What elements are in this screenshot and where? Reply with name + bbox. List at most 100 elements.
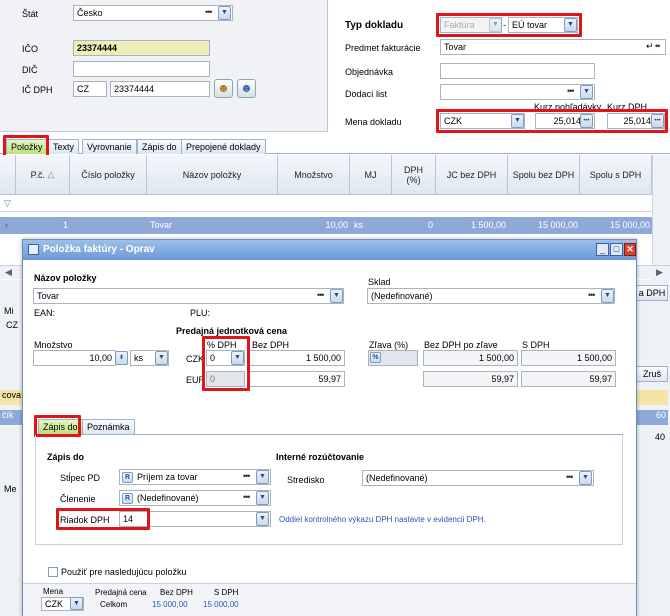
grid-col-nazov[interactable]: Názov položky: [147, 155, 278, 194]
cell-mnozstvo: 10,00: [325, 220, 348, 230]
nazov-label: Názov položky: [34, 273, 97, 283]
cell-jc: 1 500,00: [470, 220, 506, 230]
percent-icon[interactable]: %: [370, 352, 381, 363]
grid-col-spolu-bez[interactable]: Spolu bez DPH: [508, 155, 580, 194]
predmet-expand-icon[interactable]: ↵: [646, 41, 654, 52]
row-pointer-icon: ›: [5, 220, 8, 230]
tab-vyrovnanie[interactable]: Vyrovnanie: [82, 139, 137, 154]
side-zrus-button[interactable]: Zruš: [636, 366, 668, 382]
grid-header: P.č. △ Číslo položky Názov položky Množs…: [0, 155, 670, 195]
mj-dropdown-icon[interactable]: ▼: [155, 351, 168, 365]
lookup-register-icon[interactable]: ☻: [237, 79, 256, 98]
predmet-input[interactable]: Tovar: [440, 39, 666, 55]
stredisko-more-icon[interactable]: •••: [566, 472, 574, 482]
highlight-riadok: [56, 508, 150, 530]
grid-filter-row[interactable]: ▽: [0, 195, 670, 212]
scroll-left-icon[interactable]: ◀: [5, 267, 12, 278]
footer-celkom: Celkom: [100, 600, 128, 609]
tab-prepojene[interactable]: Prepojené doklady: [181, 139, 266, 154]
stredisko-label: Stredisko: [287, 475, 325, 485]
zlava-label: Zľava (%): [369, 340, 409, 350]
cell-spolu-bez: 15 000,00: [537, 220, 578, 230]
dodaci-dropdown-icon[interactable]: ▼: [580, 85, 593, 99]
sort-icon: △: [47, 169, 55, 179]
sklad-select[interactable]: (Nedefinované): [367, 288, 615, 304]
mnozstvo-stepper-icon[interactable]: ⬍: [115, 351, 128, 365]
grid-col-indicator: [0, 155, 16, 194]
highlight-pct-dph: [202, 336, 250, 391]
lookup-person-icon[interactable]: ☻: [214, 79, 233, 98]
cell-spolu-s: 15 000,00: [609, 220, 650, 230]
maximize-icon[interactable]: □: [610, 243, 623, 256]
clenenie-more-icon[interactable]: •••: [243, 492, 251, 502]
footer-bez-value: 15 000,00: [152, 600, 188, 609]
icdph-prefix-input[interactable]: CZ: [73, 81, 107, 97]
stlpec-dropdown-icon[interactable]: ▼: [256, 470, 269, 484]
stat-more-icon[interactable]: •••: [205, 7, 213, 17]
icdph-input[interactable]: 23374444: [110, 81, 210, 97]
eur-bez-input[interactable]: 59,97: [249, 371, 345, 387]
nazov-input[interactable]: Tovar: [33, 288, 344, 304]
zapis-title: Zápis do: [47, 452, 85, 462]
cell-mj: ks: [354, 220, 363, 230]
predmet-more-icon[interactable]: ••: [655, 41, 660, 51]
dialog-tab-poznamka[interactable]: Poznámka: [82, 419, 135, 434]
footer-mena-label: Mena: [43, 587, 64, 596]
nazov-dropdown-icon[interactable]: ▼: [330, 289, 343, 303]
dialog-titlebar[interactable]: Položka faktúry - Oprav _ □ ✕: [23, 240, 636, 260]
riadok-dropdown-icon[interactable]: ▼: [256, 512, 269, 526]
bez-dph-label: Bez DPH: [252, 340, 290, 350]
highlight-zapis-tab: [34, 415, 81, 437]
highlight-mena: [436, 109, 668, 133]
highlight-typ: [436, 13, 582, 37]
grid-col-spolu-s[interactable]: Spolu s DPH: [580, 155, 652, 194]
bez-po-zlave-czk: 1 500,00: [423, 350, 518, 366]
side-right-strip: [636, 280, 670, 616]
predmet-label: Predmet fakturácie: [345, 43, 421, 53]
minimize-icon[interactable]: _: [596, 243, 609, 256]
footer-mena-dropdown-icon[interactable]: ▼: [70, 597, 83, 610]
footer-s-value: 15 000,00: [203, 600, 239, 609]
clenenie-r-icon: R: [122, 493, 133, 504]
cell-nazov: Tovar: [150, 220, 173, 230]
grid-col-jc[interactable]: JC bez DPH: [436, 155, 508, 194]
tab-zapis-do[interactable]: Zápis do: [137, 139, 182, 154]
dialog-title: Položka faktúry - Oprav: [43, 244, 155, 255]
tab-texty[interactable]: Texty: [48, 139, 80, 154]
scroll-right-icon[interactable]: ▶: [656, 267, 663, 278]
stredisko-select[interactable]: (Nedefinované): [362, 470, 594, 486]
mnozstvo-input[interactable]: 10,00: [33, 350, 116, 366]
filter-icon[interactable]: ▽: [4, 198, 11, 209]
clenenie-label: Členenie: [60, 494, 96, 504]
icdph-label: IČ DPH: [22, 85, 53, 95]
s-dph-label: S DPH: [522, 340, 550, 350]
ico-input[interactable]: 23374444: [73, 40, 210, 56]
grid-col-cislo[interactable]: Číslo položky: [70, 155, 147, 194]
side-a-dph-button[interactable]: a DPH: [636, 285, 668, 301]
close-icon[interactable]: ✕: [624, 243, 636, 256]
table-row[interactable]: › 1 Tovar 10,00 ks 0 1 500,00 15 000,00 …: [0, 217, 670, 234]
pouzit-checkbox[interactable]: [48, 567, 58, 577]
side-mi: Mi: [4, 306, 14, 316]
stat-dropdown-icon[interactable]: ▼: [218, 6, 231, 20]
grid-col-dph[interactable]: DPH (%): [392, 155, 436, 194]
sklad-more-icon[interactable]: •••: [588, 290, 596, 300]
grid-col-mj[interactable]: MJ: [350, 155, 392, 194]
plu-label: PLU:: [190, 308, 211, 318]
interne-title: Interné rozúčtovanie: [276, 452, 365, 462]
bez-dph-input[interactable]: 1 500,00: [249, 350, 345, 366]
dodaci-more-icon[interactable]: •••: [567, 86, 575, 96]
sklad-dropdown-icon[interactable]: ▼: [601, 289, 614, 303]
grid-col-mnozstvo[interactable]: Množstvo: [278, 155, 350, 194]
sklad-label: Sklad: [368, 277, 391, 287]
footer-bez-label: Bez DPH: [160, 588, 193, 597]
clenenie-dropdown-icon[interactable]: ▼: [256, 491, 269, 505]
mena-label: Mena dokladu: [345, 117, 402, 127]
dic-input[interactable]: [73, 61, 210, 77]
stlpec-more-icon[interactable]: •••: [243, 471, 251, 481]
grid-col-pc[interactable]: P.č. △: [16, 155, 70, 194]
objednavka-input[interactable]: [440, 63, 595, 79]
nazov-more-icon[interactable]: •••: [317, 290, 325, 300]
side-me: Me: [4, 484, 17, 494]
stredisko-dropdown-icon[interactable]: ▼: [579, 471, 592, 485]
